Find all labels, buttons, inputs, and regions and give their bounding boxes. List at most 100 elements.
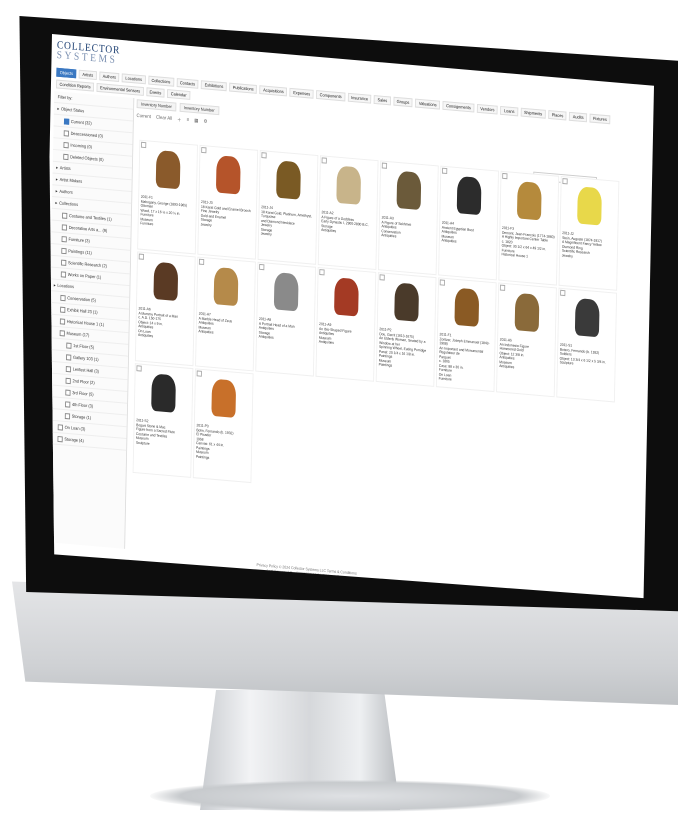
select-checkbox[interactable] — [201, 146, 207, 154]
nav-item-valuations[interactable]: Valuations — [415, 98, 441, 110]
object-card[interactable]: 2011-A3 A Figure of Sekhmet Antiquities Con… — [378, 160, 439, 276]
select-checkbox[interactable] — [379, 274, 385, 281]
object-thumbnail[interactable] — [139, 141, 197, 199]
select-checkbox[interactable] — [560, 289, 566, 297]
nav-item-vendors[interactable]: Vendors — [476, 103, 499, 115]
filter-checkbox[interactable] — [65, 389, 71, 396]
tab-sort-1[interactable]: Inventory Number — [136, 98, 177, 111]
object-card[interactable]: 2011-S1 Botero, Fernando (b. 1932) Soldier… — [556, 287, 618, 403]
filter-checkbox[interactable] — [60, 270, 67, 278]
app-logo[interactable]: COLLECTOR SYSTEMS — [57, 39, 121, 66]
object-card[interactable]: 2011-A9 An Ibis-Shaped Figure Antiquities M… — [315, 266, 377, 382]
object-thumbnail[interactable] — [257, 263, 315, 321]
filter-checkbox[interactable] — [57, 423, 63, 431]
object-card[interactable]: 2011-F1 Mahogany, George (1893-1965) Ottom… — [137, 139, 198, 255]
filter-checkbox[interactable] — [63, 129, 69, 137]
nav-item-places[interactable]: Places — [548, 110, 567, 121]
object-card[interactable]: 2011-A5 An Indonesia Figure Hammered Gold O… — [496, 282, 557, 398]
filter-checkbox[interactable] — [64, 412, 71, 419]
nav-item-environmental-sensors[interactable]: Environmental Sensors — [96, 83, 144, 96]
nav-item-publications[interactable]: Publications — [229, 82, 258, 94]
select-checkbox[interactable] — [141, 141, 147, 149]
object-thumbnail[interactable] — [135, 364, 193, 422]
select-checkbox[interactable] — [136, 365, 142, 372]
nav-item-insurance[interactable]: Insurance — [347, 92, 372, 104]
object-card[interactable]: 2011-J2 Stein, Auguste (1874-1917) A Magni… — [558, 175, 620, 291]
expand-icon[interactable]: ▸ — [54, 282, 56, 288]
object-card[interactable]: 2011-A8 A Portrait Head of a Man Antiquiti… — [255, 261, 317, 377]
filter-checkbox[interactable] — [66, 353, 72, 361]
tab-sort-2[interactable]: Inventory Number — [179, 102, 219, 115]
object-thumbnail[interactable] — [320, 156, 378, 214]
select-checkbox[interactable] — [502, 172, 508, 180]
select-checkbox[interactable] — [319, 269, 325, 276]
nav-item-components[interactable]: Components — [316, 90, 346, 102]
object-thumbnail[interactable] — [498, 284, 556, 342]
nav-item-consignments[interactable]: Consignments — [442, 101, 475, 113]
object-thumbnail[interactable] — [558, 289, 616, 347]
object-card[interactable]: 2011-P3 Bolin, Fernando (b. 1932) El Picad… — [192, 368, 254, 484]
object-thumbnail[interactable] — [137, 252, 195, 310]
nav-item-sales[interactable]: Sales — [374, 95, 391, 106]
filter-checkbox[interactable] — [63, 117, 70, 125]
nav-item-acquisitions[interactable]: Acquisitions — [259, 85, 288, 97]
object-thumbnail[interactable] — [378, 273, 436, 331]
expand-icon[interactable]: ▸ — [57, 106, 59, 112]
select-checkbox[interactable] — [198, 258, 205, 266]
object-card[interactable]: 2011-S2 Bogart Stone & Mac Figure from a S… — [132, 363, 194, 478]
object-card[interactable]: 2011-A6 A Mummy Portrait of a Man c. A.D. … — [134, 251, 196, 367]
filter-checkbox[interactable] — [61, 259, 67, 266]
filter-checkbox[interactable] — [59, 317, 66, 325]
filter-checkbox[interactable] — [65, 365, 72, 372]
nav-item-collections[interactable]: Collections — [147, 75, 174, 87]
object-thumbnail[interactable] — [438, 278, 496, 336]
select-checkbox[interactable] — [196, 370, 202, 377]
object-card[interactable]: 2011-F3 Demont, Jean-Francois (1774-1860)… — [498, 170, 560, 286]
nav-item-fixtures[interactable]: Fixtures — [589, 113, 611, 125]
filter-checkbox[interactable] — [65, 400, 71, 408]
select-checkbox[interactable] — [442, 167, 448, 175]
object-thumbnail[interactable] — [197, 258, 255, 316]
nav-item-shipments[interactable]: Shipments — [520, 107, 546, 119]
grid-view-icon[interactable]: ▦ — [194, 118, 198, 124]
nav-item-condition-reports[interactable]: Condition Reports — [56, 79, 95, 92]
filter-checkbox[interactable] — [60, 294, 66, 301]
nav-item-exhibitions[interactable]: Exhibitions — [201, 80, 227, 92]
object-thumbnail[interactable] — [561, 177, 619, 235]
nav-item-authors[interactable]: Authors — [99, 71, 120, 83]
expand-icon[interactable]: ▸ — [56, 164, 58, 170]
list-view-icon[interactable]: ≡ — [187, 117, 190, 123]
object-thumbnail[interactable] — [380, 161, 438, 219]
object-thumbnail[interactable] — [500, 172, 558, 230]
object-card[interactable]: 2011-A4 Ancient Egyptian Bust Antiquities M… — [438, 165, 499, 281]
select-checkbox[interactable] — [439, 279, 445, 286]
filter-checkbox[interactable] — [61, 235, 67, 242]
object-thumbnail[interactable] — [260, 151, 318, 209]
select-checkbox[interactable] — [381, 162, 388, 169]
filter-checkbox[interactable] — [61, 247, 67, 254]
object-thumbnail[interactable] — [195, 369, 253, 427]
current-filter-chip[interactable]: Current — [136, 113, 150, 120]
filter-checkbox[interactable] — [63, 153, 69, 160]
object-card[interactable]: 2011-J3 18 Karat Gold and Enamel Brooch Fi… — [197, 144, 259, 260]
object-card[interactable]: 2011-F1 Zoritzer, Joseph Emmanuel (1843-1… — [435, 277, 497, 393]
filter-checkbox[interactable] — [59, 329, 65, 336]
expand-icon[interactable]: ▸ — [56, 188, 58, 194]
object-thumbnail[interactable] — [440, 167, 498, 225]
filter-checkbox[interactable] — [60, 306, 66, 313]
nav-item-calendar[interactable]: Calendar — [167, 89, 191, 100]
nav-item-objects[interactable]: Objects — [56, 67, 77, 79]
filter-checkbox[interactable] — [61, 223, 68, 231]
select-checkbox[interactable] — [562, 178, 568, 185]
object-thumbnail[interactable] — [318, 268, 376, 326]
nav-item-expenses[interactable]: Expenses — [289, 87, 314, 99]
select-checkbox[interactable] — [261, 152, 267, 159]
filter-checkbox[interactable] — [57, 435, 63, 442]
nav-item-groups[interactable]: Groups — [393, 96, 413, 108]
expand-icon[interactable]: ▸ — [55, 200, 57, 206]
nav-item-locations[interactable]: Locations — [121, 73, 146, 85]
object-card[interactable]: 2011-A7 A Marble Head of Zeus Antiquities M… — [195, 256, 256, 372]
nav-item-artists[interactable]: Artists — [78, 69, 97, 81]
filter-checkbox[interactable] — [65, 377, 71, 384]
nav-item-loans[interactable]: Loans — [500, 105, 519, 117]
